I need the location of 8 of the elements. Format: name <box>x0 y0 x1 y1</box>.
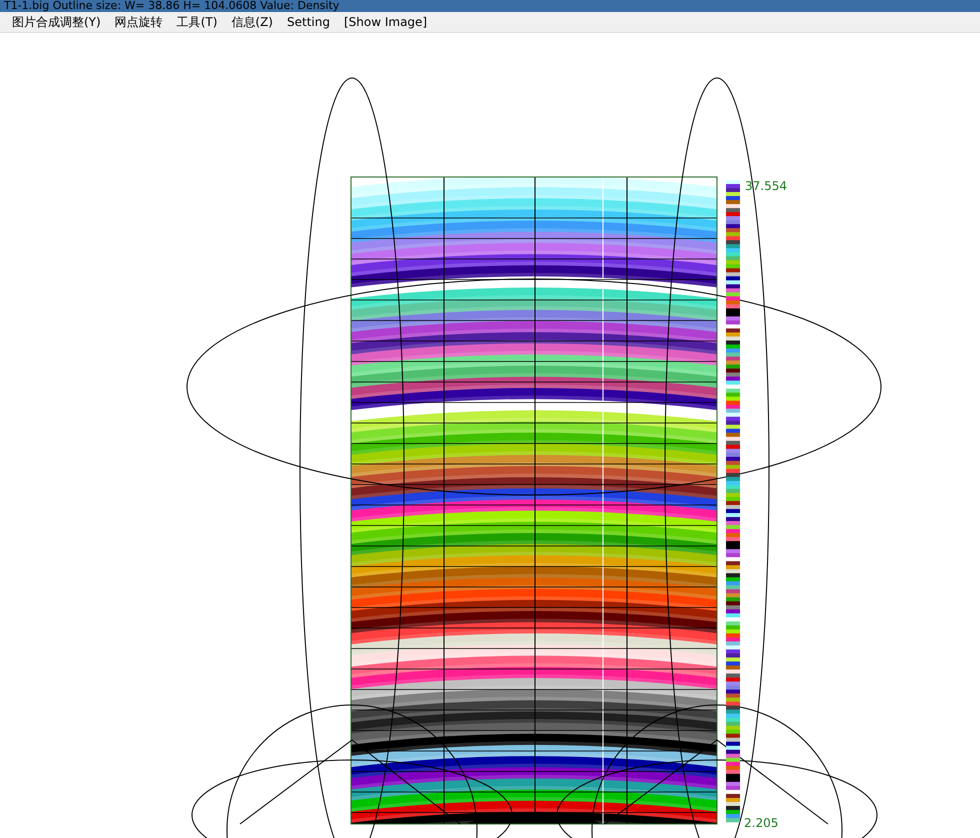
window-title: T1-1.big Outline size: W= 38.86 H= 104.0608 Value: Density <box>0 0 980 12</box>
menu-item[interactable]: Setting <box>287 15 330 29</box>
legend-min-label: 2.205 <box>744 816 778 830</box>
menu-item[interactable]: [Show Image] <box>344 15 428 29</box>
menu-item[interactable]: 网点旋转 <box>114 14 163 30</box>
menu-item[interactable]: 信息(Z) <box>231 14 273 30</box>
menu-item[interactable]: 工具(T) <box>176 14 218 30</box>
menu-item[interactable]: 图片合成调整(Y) <box>12 14 101 30</box>
